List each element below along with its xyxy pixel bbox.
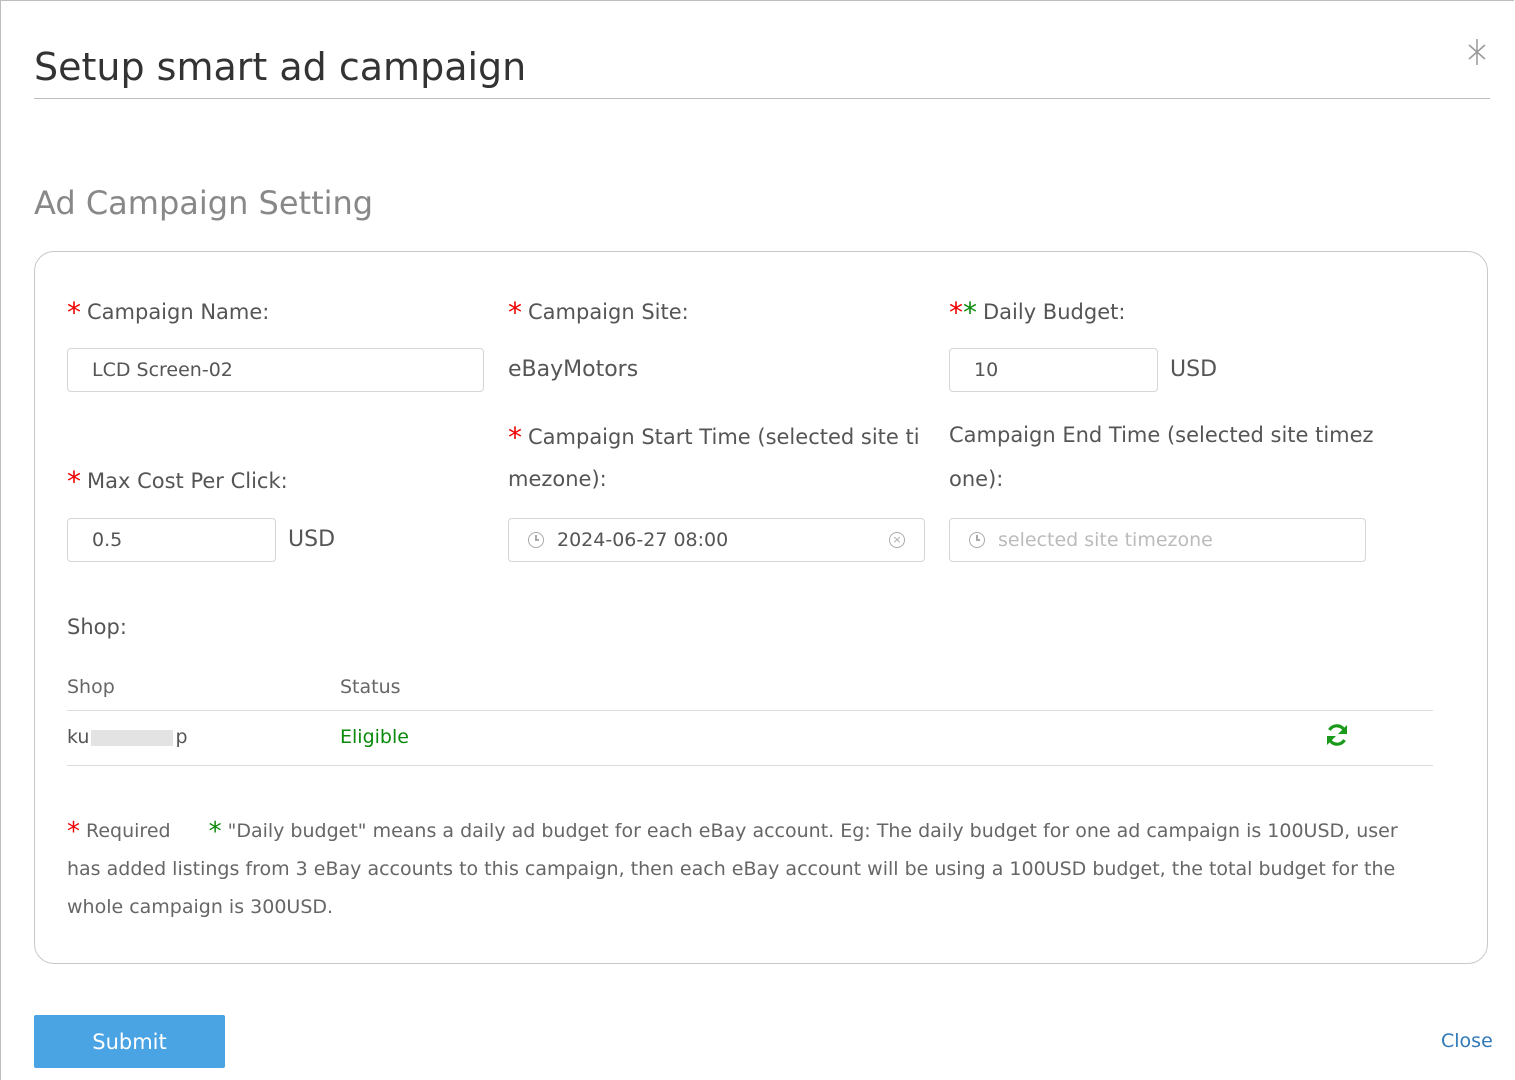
start-time-label-cont: mezone): [508,467,607,491]
daily-budget-input[interactable]: 10 [949,348,1158,392]
table-divider [67,765,1433,766]
status-badge: Eligible [340,726,409,748]
close-link[interactable]: Close [1441,1030,1493,1052]
start-time-label: * Campaign Start Time (selected site ti [508,421,920,454]
max-cpc-label: * Max Cost Per Click: [67,465,288,498]
note-star: * [963,296,977,329]
submit-button[interactable]: Submit [34,1015,225,1068]
notes: * Required * "Daily budget" means a daily a… [67,810,1437,926]
shop-name: ku p [67,726,188,748]
column-header-status: Status [340,676,401,698]
end-time-placeholder: selected site timezone [998,529,1213,551]
settings-card: * Campaign Name: LCD Screen-02 * Campaign … [34,251,1488,964]
start-time-picker[interactable]: 2024-06-27 08:00 × [508,518,925,562]
campaign-dialog: Setup smart ad campaign Ad Campaign Sett… [0,0,1514,1080]
close-icon[interactable] [1463,35,1491,69]
daily-budget-label: ** Daily Budget: [949,296,1126,329]
max-cpc-input[interactable]: 0.5 [67,518,276,562]
clock-icon [528,532,544,548]
redacted-mask [91,729,174,746]
note-star: * [208,817,222,847]
daily-budget-unit: USD [1170,357,1218,382]
column-header-shop: Shop [67,676,115,698]
budget-note: "Daily budget" means a daily ad budget f… [67,820,1398,918]
required-note: Required [86,820,171,842]
required-star: * [949,296,963,329]
end-time-picker[interactable]: selected site timezone [949,518,1366,562]
end-time-label: Campaign End Time (selected site timez [949,423,1374,447]
required-star: * [508,421,522,454]
campaign-site-label: * Campaign Site: [508,296,689,329]
table-divider [67,710,1433,711]
end-time-label-cont: one): [949,467,1004,491]
start-time-value: 2024-06-27 08:00 [557,529,729,551]
required-star: * [67,817,80,847]
campaign-site-value: eBayMotors [508,357,639,382]
campaign-name-label: * Campaign Name: [67,296,270,329]
title-divider [34,98,1490,99]
refresh-icon[interactable] [1324,722,1350,748]
required-star: * [67,465,81,498]
dialog-title: Setup smart ad campaign [34,45,527,89]
clock-icon [969,532,985,548]
required-star: * [508,296,522,329]
required-star: * [67,296,81,329]
clear-icon[interactable]: × [889,532,905,548]
max-cpc-unit: USD [288,527,336,552]
campaign-name-input[interactable]: LCD Screen-02 [67,348,484,392]
section-title: Ad Campaign Setting [34,184,374,222]
shop-label: Shop: [67,615,127,639]
